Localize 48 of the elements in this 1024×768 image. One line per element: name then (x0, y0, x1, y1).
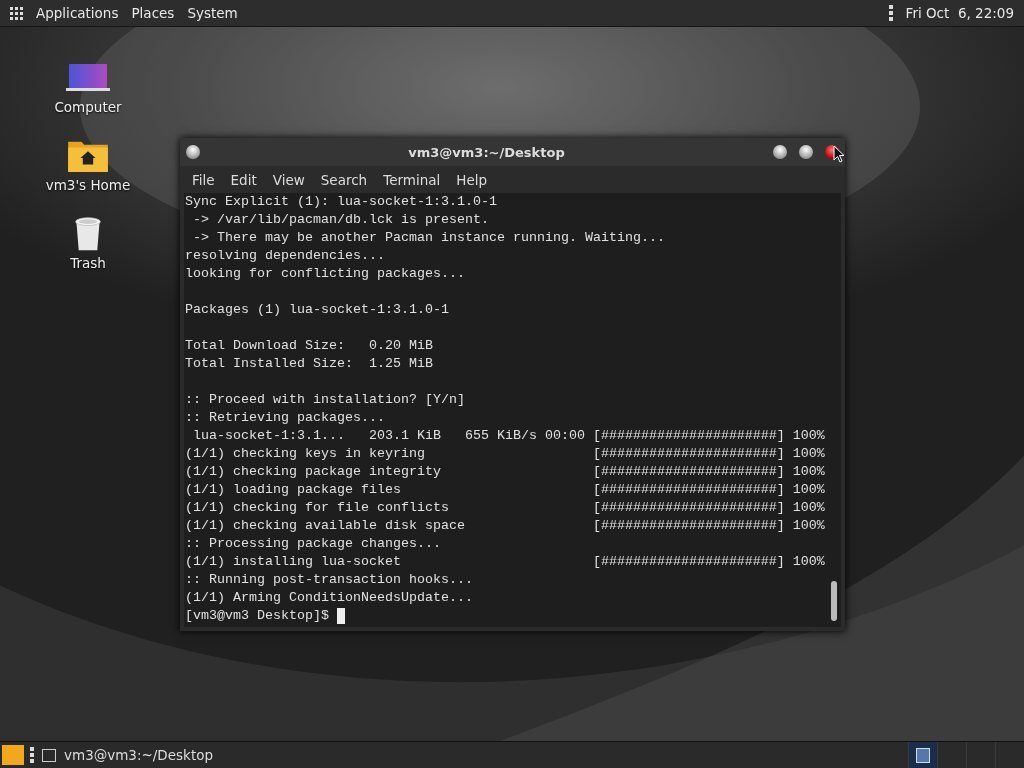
taskbar-task-button[interactable]: vm3@vm3:~/Desktop (40, 743, 222, 767)
terminal-line: Total Download Size: 0.20 MiB (185, 337, 434, 355)
panel-menu[interactable]: System (187, 5, 238, 21)
mouse-pointer-icon (833, 145, 845, 163)
terminal-line: -> /var/lib/pacman/db.lck is present. (192, 211, 490, 229)
menu-item[interactable]: Search (312, 171, 376, 188)
terminal-line: lua-socket-1:3.1... 203.1 KiB 655 KiB/s 00:00 [######################] 100% (192, 427, 826, 445)
terminal-line: (1/1) checking for file conflicts [######################] 100% (185, 499, 826, 517)
terminal-line: Total Installed Size: 1.25 MiB (185, 355, 434, 373)
window-title: vm3@vm3:~/Desktop (407, 144, 566, 160)
kebab-icon[interactable] (888, 5, 893, 21)
menu-item[interactable]: Terminal (375, 171, 449, 188)
icon-label[interactable]: Computer (54, 99, 122, 115)
menu-item[interactable]: View (264, 171, 313, 188)
icon-label[interactable]: Trash (70, 255, 106, 271)
icon-label[interactable]: vm3's Home (45, 177, 131, 193)
menu-item[interactable]: File (184, 171, 223, 188)
menu-item[interactable]: Edit (222, 171, 265, 188)
maximize-button[interactable] (799, 145, 813, 159)
terminal-line: (1/1) loading package files [######################] 100% (185, 481, 826, 499)
terminal-line: :: Running post-transaction hooks... (185, 571, 474, 589)
terminal-line: :: Retrieving packages... (185, 409, 386, 427)
terminal-prompt: [vm3@vm3 Desktop]$ (185, 607, 330, 625)
menu-item[interactable]: Help (448, 171, 496, 188)
terminal-line: (1/1) checking keys in keyring [######################] 100% (185, 445, 826, 463)
panel-menu[interactable]: Applications (36, 5, 119, 21)
terminal-line: :: Processing package changes... (185, 535, 442, 553)
terminal-line: (1/1) checking package integrity [######################] 100% (185, 463, 826, 481)
terminal-line: resolving dependencies... (185, 247, 386, 265)
home-folder-icon (66, 139, 110, 173)
workspace-button[interactable] (908, 742, 937, 768)
app-grid-icon[interactable] (10, 6, 23, 20)
terminal-line: (1/1) checking available disk space [######################] 100% (185, 517, 826, 535)
panel-menu[interactable]: Places (131, 5, 175, 21)
handle-icon[interactable] (30, 747, 34, 763)
terminal-line: Packages (1) lua-socket-1:3.1.0-1 (185, 301, 450, 319)
terminal-icon (42, 748, 56, 762)
terminal-line: (1/1) installing lua-socket [######################] 100% (185, 553, 826, 571)
terminal-line: -> There may be another Pacman instance running. Waiting... (192, 229, 666, 247)
text-cursor (336, 608, 345, 624)
clock[interactable]: Fri Oct 6, 22:09 (905, 5, 1014, 21)
terminal-line: Sync Explicit (1): lua-socket-1:3.1.0-1 (185, 193, 498, 211)
terminal-line: looking for conflicting packages... (185, 265, 466, 283)
terminal-line: :: Proceed with installation? [Y/n] (185, 391, 466, 409)
window-menu-icon[interactable] (186, 145, 200, 159)
minimize-button[interactable] (773, 145, 787, 159)
scrollbar-thumb[interactable] (831, 581, 837, 621)
terminal-line: (1/1) Arming ConditionNeedsUpdate... (185, 589, 474, 607)
